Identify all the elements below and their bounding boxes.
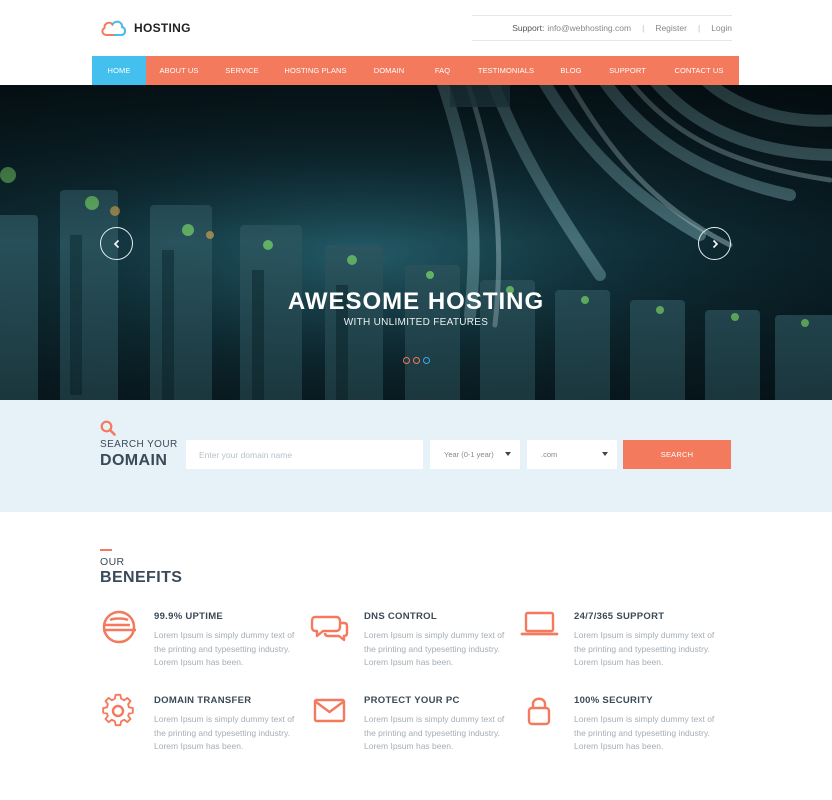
- gear-icon: [100, 693, 140, 733]
- tld-select-value: .com: [541, 450, 558, 459]
- laptop-icon: [520, 609, 560, 649]
- search-button[interactable]: SEARCH: [623, 440, 731, 469]
- benefit-title: DNS CONTROL: [364, 611, 437, 622]
- hero-title: AWESOME HOSTING: [287, 288, 545, 315]
- uptime-icon: [100, 609, 140, 649]
- main-nav: HOME ABOUT US SERVICE HOSTING PLANS DOMA…: [92, 56, 739, 85]
- slider-dot-2[interactable]: [413, 357, 420, 364]
- chat-bubbles-icon: [310, 609, 350, 649]
- slider-dot-3[interactable]: [423, 357, 430, 364]
- benefit-uptime: 99.9% UPTIME Lorem Ipsum is simply dummy…: [100, 609, 310, 679]
- benefits-eyebrow: OUR: [100, 556, 125, 568]
- hero-slider: AWESOME HOSTING WITH UNLIMITED FEATURES: [0, 85, 832, 400]
- nav-support[interactable]: SUPPORT: [596, 56, 659, 85]
- benefit-title: 99.9% UPTIME: [154, 611, 224, 622]
- top-links: Support: info@webhosting.com | Register …: [472, 15, 732, 41]
- nav-domain[interactable]: DOMAIN: [359, 56, 419, 85]
- nav-about-us[interactable]: ABOUT US: [146, 56, 212, 85]
- slider-dot-1[interactable]: [403, 357, 410, 364]
- nav-testimonials[interactable]: TESTIMONIALS: [466, 56, 546, 85]
- benefits-title: BENEFITS: [100, 569, 183, 586]
- nav-hosting-plans[interactable]: HOSTING PLANS: [272, 56, 359, 85]
- nav-contact-us[interactable]: CONTACT US: [659, 56, 739, 85]
- benefit-title: PROTECT YOUR PC: [364, 695, 460, 706]
- envelope-icon: [310, 693, 350, 733]
- login-link[interactable]: Login: [711, 23, 732, 33]
- benefit-dns-control: DNS CONTROL Lorem Ipsum is simply dummy …: [310, 609, 520, 679]
- logo[interactable]: HOSTING: [100, 18, 191, 38]
- benefit-text: Lorem Ipsum is simply dummy text of the …: [364, 714, 505, 751]
- benefit-domain-transfer: DOMAIN TRANSFER Lorem Ipsum is simply du…: [100, 693, 310, 763]
- benefit-title: 100% SECURITY: [574, 695, 653, 706]
- benefit-support: 24/7/365 SUPPORT Lorem Ipsum is simply d…: [520, 609, 730, 679]
- chevron-right-icon: [712, 239, 718, 248]
- search-label-line1: SEARCH YOUR: [100, 439, 178, 450]
- benefit-security: 100% SECURITY Lorem Ipsum is simply dumm…: [520, 693, 730, 763]
- divider: |: [642, 23, 645, 33]
- divider: |: [697, 23, 701, 33]
- chevron-left-icon: [113, 239, 119, 248]
- nav-service[interactable]: SERVICE: [212, 56, 272, 85]
- search-icon: [100, 420, 116, 436]
- caret-down-icon: [602, 452, 608, 456]
- caret-down-icon: [505, 452, 511, 456]
- cloud-logo-icon: [101, 20, 127, 36]
- padlock-icon: [520, 693, 560, 733]
- year-select[interactable]: Year (0-1 year): [430, 440, 520, 469]
- year-select-value: Year (0-1 year): [444, 450, 494, 459]
- domain-search-input[interactable]: [186, 440, 423, 469]
- slider-next-button[interactable]: [698, 227, 731, 260]
- nav-home[interactable]: HOME: [92, 56, 146, 85]
- benefit-text: Lorem Ipsum is simply dummy text of the …: [154, 630, 295, 667]
- register-link[interactable]: Register: [655, 23, 687, 33]
- section-accent-rule: [100, 549, 112, 551]
- benefit-protect-pc: PROTECT YOUR PC Lorem Ipsum is simply du…: [310, 693, 520, 763]
- support-email-link[interactable]: info@webhosting.com: [547, 23, 631, 33]
- nav-faq[interactable]: FAQ: [419, 56, 466, 85]
- slider-prev-button[interactable]: [100, 227, 133, 260]
- tld-select[interactable]: .com: [527, 440, 617, 469]
- logo-text: HOSTING: [134, 21, 191, 35]
- support-label: Support:: [512, 23, 545, 33]
- search-label-line2: DOMAIN: [100, 452, 168, 469]
- benefit-title: 24/7/365 SUPPORT: [574, 611, 665, 622]
- slider-dots: [403, 357, 430, 364]
- header: HOSTING Support: info@webhosting.com | R…: [0, 0, 832, 56]
- benefit-text: Lorem Ipsum is simply dummy text of the …: [574, 714, 715, 751]
- benefit-text: Lorem Ipsum is simply dummy text of the …: [574, 630, 715, 667]
- nav-blog[interactable]: BLOG: [546, 56, 596, 85]
- benefit-title: DOMAIN TRANSFER: [154, 695, 252, 706]
- benefit-text: Lorem Ipsum is simply dummy text of the …: [154, 714, 295, 751]
- benefit-text: Lorem Ipsum is simply dummy text of the …: [364, 630, 505, 667]
- hero-subtitle: WITH UNLIMITED FEATURES: [343, 317, 489, 328]
